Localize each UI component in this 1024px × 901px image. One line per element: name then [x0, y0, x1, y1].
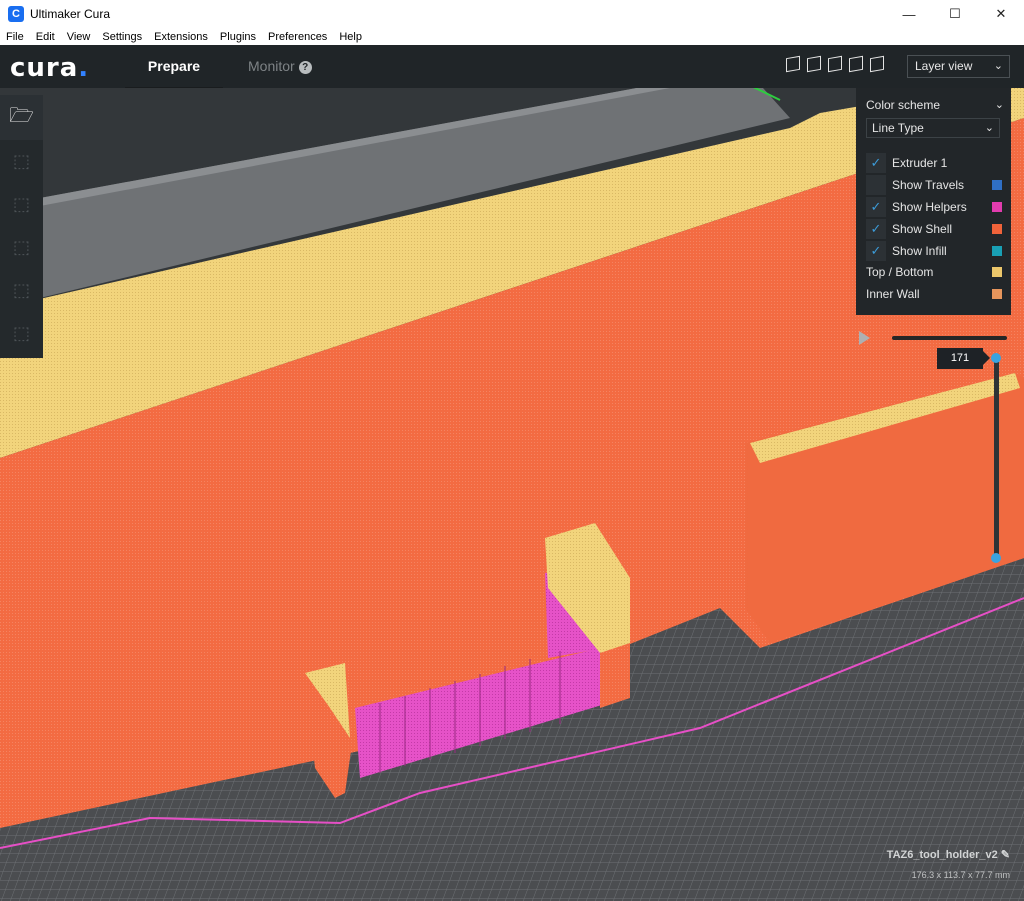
path-slider[interactable]	[892, 336, 1007, 340]
mirror-icon: ⬚	[12, 280, 30, 301]
open-file-button[interactable]: 🗁	[0, 95, 43, 140]
cura-app-icon: C	[8, 6, 24, 22]
window-titlebar: C Ultimaker Cura — ☐ ✕	[0, 0, 1024, 28]
extruder-label: Extruder 1	[892, 156, 948, 170]
view-right-icon[interactable]	[870, 55, 884, 73]
folder-icon: 🗁	[9, 102, 34, 127]
top-bottom-color-swatch	[992, 267, 1002, 277]
menu-extensions[interactable]: Extensions	[148, 31, 214, 43]
legend-inner-wall: Inner Wall	[866, 284, 1006, 304]
shell-color-swatch	[992, 224, 1002, 234]
option-show-infill[interactable]: ✓ Show Infill	[866, 241, 1006, 261]
play-simulation-button[interactable]	[859, 331, 870, 345]
view-3d-icon[interactable]	[786, 55, 800, 73]
layer-slider-track[interactable]	[994, 358, 999, 559]
layer-slider-upper-handle[interactable]	[991, 353, 1001, 363]
helpers-label: Show Helpers	[892, 200, 967, 214]
option-show-shell[interactable]: ✓ Show Shell	[866, 219, 1006, 239]
color-scheme-select[interactable]: Line Type ⌄	[866, 118, 1000, 138]
travels-checkbox[interactable]	[866, 175, 886, 195]
per-model-settings-button[interactable]: ⬚	[0, 312, 43, 355]
tool-sidebar: 🗁 ⬚ ⬚ ⬚ ⬚ ⬚	[0, 95, 43, 358]
header-bar: cura. Prepare Monitor? Layer view ⌄	[0, 45, 1024, 89]
tab-monitor-label: Monitor	[248, 58, 295, 74]
chevron-down-icon: ⌄	[993, 60, 1003, 72]
option-show-helpers[interactable]: ✓ Show Helpers	[866, 197, 1006, 217]
camera-view-buttons	[786, 55, 884, 73]
color-scheme-value: Line Type	[872, 121, 924, 135]
view-left-icon[interactable]	[849, 55, 863, 73]
tab-monitor[interactable]: Monitor?	[248, 55, 312, 77]
move-icon: ⬚	[12, 151, 30, 172]
scale-icon: ⬚	[12, 194, 30, 215]
help-icon[interactable]: ?	[298, 61, 312, 74]
move-tool-button[interactable]: ⬚	[0, 140, 43, 183]
option-show-travels[interactable]: Show Travels	[866, 175, 1006, 195]
rotate-icon: ⬚	[12, 237, 30, 258]
scale-tool-button[interactable]: ⬚	[0, 183, 43, 226]
object-dimensions: 176.3 x 113.7 x 77.7 mm	[911, 870, 1010, 880]
shell-label: Show Shell	[892, 222, 953, 236]
menu-help[interactable]: Help	[333, 31, 368, 43]
color-scheme-header[interactable]: Color scheme ⌄	[866, 98, 1004, 112]
travels-color-swatch	[992, 180, 1002, 190]
cura-logo: cura.	[10, 53, 90, 83]
inner-wall-label: Inner Wall	[866, 287, 920, 301]
menu-plugins[interactable]: Plugins	[214, 31, 262, 43]
extruder-checkbox[interactable]: ✓	[866, 153, 886, 173]
chevron-down-icon: ⌄	[984, 122, 994, 134]
infill-color-swatch	[992, 246, 1002, 256]
menu-settings[interactable]: Settings	[96, 31, 148, 43]
menu-preferences[interactable]: Preferences	[262, 31, 333, 43]
helpers-checkbox[interactable]: ✓	[866, 197, 886, 217]
menu-file[interactable]: File	[0, 31, 30, 43]
layer-slider-lower-handle[interactable]	[991, 553, 1001, 563]
color-scheme-title: Color scheme	[866, 98, 941, 112]
menu-bar: File Edit View Settings Extensions Plugi…	[0, 28, 1024, 46]
rotate-tool-button[interactable]: ⬚	[0, 226, 43, 269]
legend-top-bottom: Top / Bottom	[866, 262, 1006, 282]
view-mode-select[interactable]: Layer view ⌄	[907, 55, 1010, 78]
pencil-icon[interactable]: ✎	[1001, 849, 1010, 861]
maximize-button[interactable]: ☐	[932, 0, 978, 28]
minimize-button[interactable]: —	[886, 0, 932, 28]
helpers-color-swatch	[992, 202, 1002, 212]
object-name: TAZ6_tool_holder_v2 ✎	[887, 845, 1010, 865]
close-button[interactable]: ✕	[978, 0, 1024, 28]
view-front-icon[interactable]	[807, 55, 821, 73]
object-name-text: TAZ6_tool_holder_v2	[886, 849, 998, 861]
infill-label: Show Infill	[892, 244, 947, 258]
option-extruder-1[interactable]: ✓ Extruder 1	[866, 153, 1006, 173]
inner-wall-color-swatch	[992, 289, 1002, 299]
color-scheme-panel: Color scheme ⌄ Line Type ⌄ ✓ Extruder 1 …	[856, 88, 1011, 315]
current-layer-label[interactable]: 171	[937, 348, 990, 369]
menu-view[interactable]: View	[61, 31, 97, 43]
view-top-icon[interactable]	[828, 55, 842, 73]
shell-checkbox[interactable]: ✓	[866, 219, 886, 239]
top-bottom-label: Top / Bottom	[866, 265, 934, 279]
infill-checkbox[interactable]: ✓	[866, 241, 886, 261]
object-info: TAZ6_tool_holder_v2 ✎ 176.3 x 113.7 x 77…	[887, 845, 1010, 885]
tab-prepare[interactable]: Prepare	[125, 55, 223, 89]
chevron-down-icon: ⌄	[994, 99, 1004, 111]
mirror-tool-button[interactable]: ⬚	[0, 269, 43, 312]
window-title: Ultimaker Cura	[30, 7, 111, 21]
travels-label: Show Travels	[892, 178, 965, 192]
view-mode-label: Layer view	[915, 59, 973, 73]
menu-edit[interactable]: Edit	[30, 31, 61, 43]
per-model-icon: ⬚	[12, 323, 30, 344]
